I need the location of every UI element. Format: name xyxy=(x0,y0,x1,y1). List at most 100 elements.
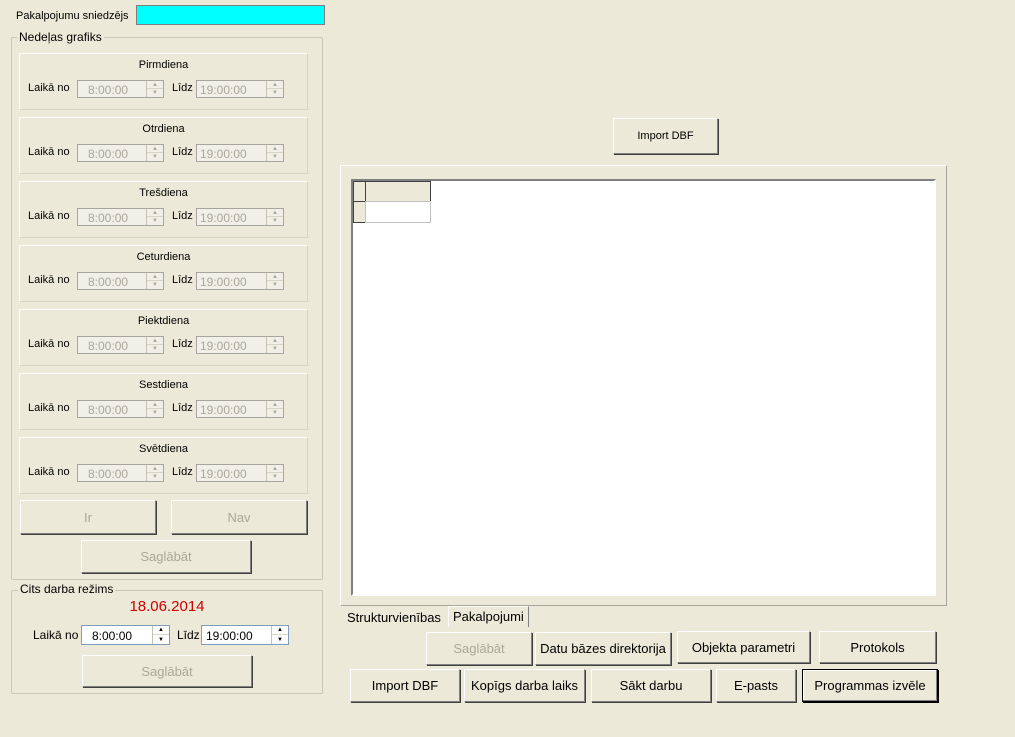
spin-up-icon[interactable]: ▲ xyxy=(267,273,283,281)
weekly-schedule-title: Nedeļas grafiks xyxy=(17,30,104,44)
spin-up-icon[interactable]: ▲ xyxy=(267,209,283,217)
to-time-spinner[interactable]: 19:00:00 ▲ ▼ xyxy=(196,208,284,226)
to-label: Līdz xyxy=(172,338,193,350)
tab-strukturvienibas[interactable]: Strukturvienības xyxy=(343,610,445,625)
to-time-value: 19:00:00 xyxy=(200,83,247,97)
spin-down-icon[interactable]: ▼ xyxy=(267,473,283,481)
other-work-mode-title: Cits darba režims xyxy=(18,582,116,596)
spin-down-icon[interactable]: ▼ xyxy=(267,345,283,353)
spin-up-icon[interactable]: ▲ xyxy=(267,337,283,345)
no-button[interactable]: Nav xyxy=(171,500,307,534)
yes-button[interactable]: Ir xyxy=(20,500,156,534)
other-from-label: Laikā no xyxy=(33,628,79,642)
from-time-spinner[interactable]: 8:00:00 ▲ ▼ xyxy=(77,336,164,354)
to-time-spinner[interactable]: 19:00:00 ▲ ▼ xyxy=(196,272,284,290)
from-time-spinner[interactable]: 8:00:00 ▲ ▼ xyxy=(77,272,164,290)
spin-down-icon[interactable]: ▼ xyxy=(267,89,283,97)
other-to-label: Līdz xyxy=(177,628,200,642)
spin-up-icon[interactable]: ▲ xyxy=(272,626,288,635)
spin-down-icon[interactable]: ▼ xyxy=(267,281,283,289)
from-time-value: 8:00:00 xyxy=(88,147,129,161)
import-dbf-button[interactable]: Import DBF xyxy=(350,669,460,702)
from-time-value: 8:00:00 xyxy=(88,211,129,225)
protocol-button[interactable]: Protokols xyxy=(819,631,936,663)
spin-up-icon[interactable]: ▲ xyxy=(147,81,163,89)
spin-up-icon[interactable]: ▲ xyxy=(147,337,163,345)
provider-field[interactable] xyxy=(136,5,325,25)
object-parameters-button[interactable]: Objekta parametri xyxy=(677,631,810,663)
spin-down-icon[interactable]: ▼ xyxy=(147,473,163,481)
from-label: Laikā no xyxy=(28,82,70,94)
to-time-spinner[interactable]: 19:00:00 ▲ ▼ xyxy=(196,400,284,418)
spin-up-icon[interactable]: ▲ xyxy=(147,401,163,409)
spin-down-icon[interactable]: ▼ xyxy=(147,345,163,353)
grid-column-header[interactable] xyxy=(365,181,431,202)
data-grid[interactable] xyxy=(351,179,936,596)
day-name: Trešdiena xyxy=(139,187,188,199)
day-panel: Sestdiena Laikā no 8:00:00 ▲ ▼ Līdz 19:00:00 ▲ ▼ xyxy=(19,373,308,430)
to-time-spinner[interactable]: 19:00:00 ▲ ▼ xyxy=(196,336,284,354)
spin-up-icon[interactable]: ▲ xyxy=(267,81,283,89)
day-panel: Svētdiena Laikā no 8:00:00 ▲ ▼ Līdz 19:00:00 ▲ ▼ xyxy=(19,437,308,494)
to-label: Līdz xyxy=(172,402,193,414)
other-to-time-value: 19:00:00 xyxy=(206,629,253,643)
from-time-spinner[interactable]: 8:00:00 ▲ ▼ xyxy=(77,80,164,98)
spin-down-icon[interactable]: ▼ xyxy=(147,281,163,289)
to-label: Līdz xyxy=(172,274,193,286)
spin-down-icon[interactable]: ▼ xyxy=(147,153,163,161)
start-work-button[interactable]: Sākt darbu xyxy=(591,669,711,702)
from-time-value: 8:00:00 xyxy=(88,339,129,353)
spin-up-icon[interactable]: ▲ xyxy=(147,273,163,281)
spin-up-icon[interactable]: ▲ xyxy=(267,145,283,153)
to-time-spinner[interactable]: 19:00:00 ▲ ▼ xyxy=(196,464,284,482)
to-time-value: 19:00:00 xyxy=(200,339,247,353)
day-name: Sestdiena xyxy=(139,379,188,391)
from-time-spinner[interactable]: 8:00:00 ▲ ▼ xyxy=(77,464,164,482)
from-label: Laikā no xyxy=(28,210,70,222)
spin-up-icon[interactable]: ▲ xyxy=(267,401,283,409)
to-label: Līdz xyxy=(172,146,193,158)
common-work-time-button[interactable]: Kopīgs darba laiks xyxy=(464,669,585,702)
spin-down-icon[interactable]: ▼ xyxy=(267,217,283,225)
other-to-time-spinner[interactable]: 19:00:00 ▲ ▼ xyxy=(201,625,289,645)
to-time-spinner[interactable]: 19:00:00 ▲ ▼ xyxy=(196,80,284,98)
import-dbf-top-button[interactable]: Import DBF xyxy=(613,118,718,154)
to-time-spinner[interactable]: 19:00:00 ▲ ▼ xyxy=(196,144,284,162)
from-time-value: 8:00:00 xyxy=(88,403,129,417)
other-from-time-spinner[interactable]: 8:00:00 ▲ ▼ xyxy=(81,625,170,645)
week-save-button[interactable]: Saglābāt xyxy=(81,540,251,573)
spin-down-icon[interactable]: ▼ xyxy=(267,153,283,161)
spin-down-icon[interactable]: ▼ xyxy=(153,635,169,644)
tab-pakalpojumi[interactable]: Pakalpojumi xyxy=(448,606,529,627)
day-name: Svētdiena xyxy=(139,443,188,455)
spin-down-icon[interactable]: ▼ xyxy=(267,409,283,417)
day-panel: Trešdiena Laikā no 8:00:00 ▲ ▼ Līdz 19:00:00 ▲ ▼ xyxy=(19,181,308,238)
grid-cell[interactable] xyxy=(365,201,431,223)
spin-up-icon[interactable]: ▲ xyxy=(153,626,169,635)
other-from-time-value: 8:00:00 xyxy=(92,629,133,643)
toolbar-save-button[interactable]: Saglābāt xyxy=(426,632,532,665)
day-name: Ceturdiena xyxy=(136,251,191,263)
spin-up-icon[interactable]: ▲ xyxy=(147,145,163,153)
from-time-spinner[interactable]: 8:00:00 ▲ ▼ xyxy=(77,144,164,162)
spin-up-icon[interactable]: ▲ xyxy=(147,465,163,473)
day-panel: Ceturdiena Laikā no 8:00:00 ▲ ▼ Līdz 19:00:00 ▲… xyxy=(19,245,308,302)
from-time-spinner[interactable]: 8:00:00 ▲ ▼ xyxy=(77,208,164,226)
program-selection-button[interactable]: Programmas izvēle xyxy=(802,669,938,702)
from-label: Laikā no xyxy=(28,402,70,414)
to-time-value: 19:00:00 xyxy=(200,467,247,481)
spin-down-icon[interactable]: ▼ xyxy=(147,217,163,225)
email-button[interactable]: E-pasts xyxy=(716,669,796,702)
from-time-spinner[interactable]: 8:00:00 ▲ ▼ xyxy=(77,400,164,418)
db-directory-button[interactable]: Datu bāzes direktorija xyxy=(535,632,671,665)
provider-label: Pakalpojumu sniedzējs xyxy=(16,10,129,22)
to-label: Līdz xyxy=(172,466,193,478)
spin-down-icon[interactable]: ▼ xyxy=(147,409,163,417)
from-label: Laikā no xyxy=(28,274,70,286)
spin-down-icon[interactable]: ▼ xyxy=(272,635,288,644)
spin-up-icon[interactable]: ▲ xyxy=(267,465,283,473)
spin-up-icon[interactable]: ▲ xyxy=(147,209,163,217)
from-time-value: 8:00:00 xyxy=(88,467,129,481)
spin-down-icon[interactable]: ▼ xyxy=(147,89,163,97)
other-save-button[interactable]: Saglābāt xyxy=(82,655,252,687)
